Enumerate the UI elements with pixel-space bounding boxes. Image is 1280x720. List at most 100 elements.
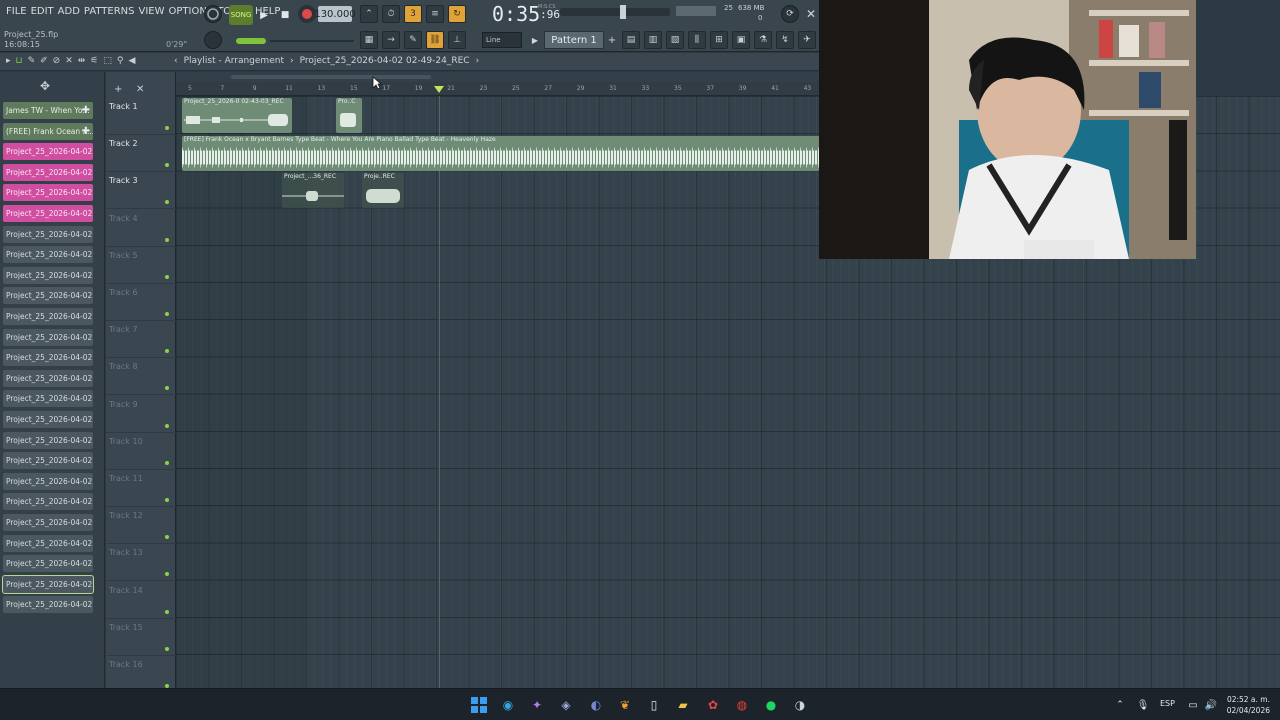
track-mute-led[interactable] xyxy=(165,535,169,540)
spotify-icon[interactable]: ● xyxy=(761,695,781,715)
delete-tool-icon[interactable]: ⊘ xyxy=(53,56,61,66)
add-to-playlist-icon[interactable]: ✚ xyxy=(82,123,90,140)
stamp-icon[interactable]: ⊥ xyxy=(448,31,466,49)
picker-item[interactable]: Project_25_2026-04-02... xyxy=(3,328,93,346)
zoom-tool-icon[interactable]: ⚲ xyxy=(117,56,124,66)
playlist-menu-icon[interactable]: ▸ xyxy=(6,56,11,66)
audio-clip-rec-4[interactable]: Proje..REC xyxy=(362,173,404,208)
picker-item[interactable]: Project_25_2026-04-02... xyxy=(3,493,93,511)
tempo-display[interactable]: 130.000 xyxy=(314,6,356,22)
pencil-icon[interactable]: ✎ xyxy=(404,31,422,49)
edge-icon[interactable]: ◉ xyxy=(498,695,518,715)
discord-icon[interactable]: ◐ xyxy=(586,695,606,715)
metronome-knob-icon[interactable] xyxy=(204,5,222,23)
language-indicator[interactable]: ESP xyxy=(1160,699,1175,708)
track-mute-led[interactable] xyxy=(165,609,169,614)
picker-item[interactable]: Project_25_2026-04-02... xyxy=(3,555,93,573)
menu-add[interactable]: ADD xyxy=(56,6,82,17)
song-mode-button[interactable]: SONG xyxy=(229,5,253,25)
close-track-icon[interactable]: ✕ xyxy=(136,84,144,95)
audio-clip-beat[interactable]: [FREE] Frank Ocean x Bryant Barnes Type … xyxy=(182,136,820,171)
playback-tool-icon[interactable]: ◀ xyxy=(128,56,135,66)
picker-item[interactable]: Project_25_2026-04-02... xyxy=(3,266,93,284)
channel-rack-icon[interactable]: ▥ xyxy=(644,31,662,49)
steam-icon[interactable]: ◑ xyxy=(790,695,810,715)
add-pattern-icon[interactable]: + xyxy=(606,33,618,47)
picker-item[interactable]: Project_25_2026-04-02... xyxy=(3,411,93,428)
picker-item[interactable]: Project_25_2026-04-02... xyxy=(3,287,93,305)
picker-item[interactable]: Project_25_2026-04-02... xyxy=(3,431,93,449)
menu-view[interactable]: VIEW xyxy=(137,6,167,17)
microphone-icon[interactable]: 🎙 xyxy=(1133,695,1153,715)
picker-item[interactable]: Project_25_2026-04-02... xyxy=(2,574,94,594)
track-header[interactable]: Track 2 xyxy=(106,135,176,173)
picker-item[interactable]: Project_25_2026-04-02... xyxy=(3,452,93,470)
menu-patterns[interactable]: PATTERNS xyxy=(82,6,137,17)
track-mute-led[interactable] xyxy=(165,349,169,354)
mixer-icon[interactable]: ⫼ xyxy=(688,31,706,49)
picker-item[interactable]: Project_25_2026-04-02... xyxy=(3,246,93,264)
picker-item[interactable]: Project_25_2026-04-02... xyxy=(3,390,93,408)
picker-item[interactable]: Project_25_2026-04-02... xyxy=(3,184,93,202)
tray-expand-icon[interactable]: ⌃ xyxy=(1110,695,1130,715)
track-mute-led[interactable] xyxy=(165,274,169,279)
pattern-selector[interactable]: Pattern 1 xyxy=(544,31,604,49)
volume-handle[interactable] xyxy=(620,5,626,19)
track-mute-led[interactable] xyxy=(165,646,169,651)
picker-item[interactable]: Project_25_2026-04-02... xyxy=(3,163,93,181)
track-header[interactable]: Track 13 xyxy=(106,544,176,582)
add-track-icon[interactable]: + xyxy=(114,84,122,95)
track-mute-led[interactable] xyxy=(165,312,169,316)
picker-item[interactable]: Project_25_2026-04-02... xyxy=(3,205,93,222)
clipboard-icon[interactable]: ▣ xyxy=(732,31,750,49)
picker-item[interactable]: Project_25_2026-04-02... xyxy=(3,369,93,387)
audio-clip-rec-2[interactable]: Pro..C xyxy=(336,98,362,133)
picker-item[interactable]: Project_25_2026-04-02... xyxy=(3,308,93,325)
help-icon[interactable]: ↯ xyxy=(776,31,794,49)
track-header[interactable]: Track 10 xyxy=(106,433,176,470)
breadcrumb-back-icon[interactable]: ‹ xyxy=(174,56,178,66)
wait-input-icon[interactable]: ⏱ xyxy=(382,5,400,23)
track-header[interactable]: Track 6 xyxy=(106,284,176,321)
track-header[interactable]: Track 1 xyxy=(106,98,176,135)
draw-tool-icon[interactable]: ✎ xyxy=(28,56,36,66)
track-mute-led[interactable] xyxy=(165,237,169,242)
track-mute-led[interactable] xyxy=(165,163,169,168)
mute-tool-icon[interactable]: ✕ xyxy=(65,56,73,66)
track-mute-led[interactable] xyxy=(165,498,169,502)
audio-clip-rec-3[interactable]: Project_...36_REC xyxy=(282,173,344,208)
master-pitch-slider[interactable] xyxy=(236,38,266,44)
browser-icon[interactable]: ⊞ xyxy=(710,31,728,49)
timeline-ruler[interactable]: 5 7 9 11 13 15 17 19 21 23 25 27 29 31 33 35 37 39 41 43 xyxy=(176,82,820,96)
slip-tool-icon[interactable]: ⇹ xyxy=(78,56,86,66)
network-icon[interactable]: ▭ xyxy=(1183,695,1203,715)
track-header[interactable]: Track 3 xyxy=(106,172,176,210)
breadcrumb-pattern[interactable]: Project_25_2026-04-02 02-49-24_REC xyxy=(300,56,470,66)
add-to-playlist-icon[interactable]: ✚ xyxy=(82,102,90,119)
piano-roll-icon[interactable]: ▧ xyxy=(666,31,684,49)
volume-icon[interactable]: 🔊 xyxy=(1201,695,1221,715)
app-icon[interactable]: ◈ xyxy=(556,695,576,715)
track-mute-led[interactable] xyxy=(165,386,169,391)
track-header[interactable]: Track 7 xyxy=(106,321,176,359)
picker-move-icon[interactable]: ✥ xyxy=(40,79,50,93)
track-header[interactable]: Track 11 xyxy=(106,470,176,507)
snap-select[interactable]: Line xyxy=(482,32,522,48)
scrollbar-thumb[interactable] xyxy=(231,75,431,79)
loop-record-icon[interactable]: ↻ xyxy=(448,5,466,23)
playlist-scrollbar[interactable] xyxy=(106,72,820,82)
picker-item[interactable]: Project_25_2026-04-02... xyxy=(3,143,93,161)
menu-edit[interactable]: EDIT xyxy=(29,6,56,17)
refresh-icon[interactable]: ⟳ xyxy=(781,5,799,23)
playhead-marker-icon[interactable] xyxy=(434,86,444,93)
magnet-icon[interactable]: ⊔ xyxy=(16,56,23,66)
select-tool-icon[interactable]: ⬚ xyxy=(103,56,112,66)
track-header[interactable]: Track 4 xyxy=(106,210,176,247)
slice-tool-icon[interactable]: ⚟ xyxy=(90,56,98,66)
master-volume-slider[interactable] xyxy=(560,5,670,19)
start-button-icon[interactable] xyxy=(469,695,489,715)
track-mute-led[interactable] xyxy=(165,200,169,205)
pitch-knob-icon[interactable] xyxy=(204,31,222,49)
menu-file[interactable]: FILE xyxy=(4,6,29,17)
track-mute-led[interactable] xyxy=(165,460,169,465)
